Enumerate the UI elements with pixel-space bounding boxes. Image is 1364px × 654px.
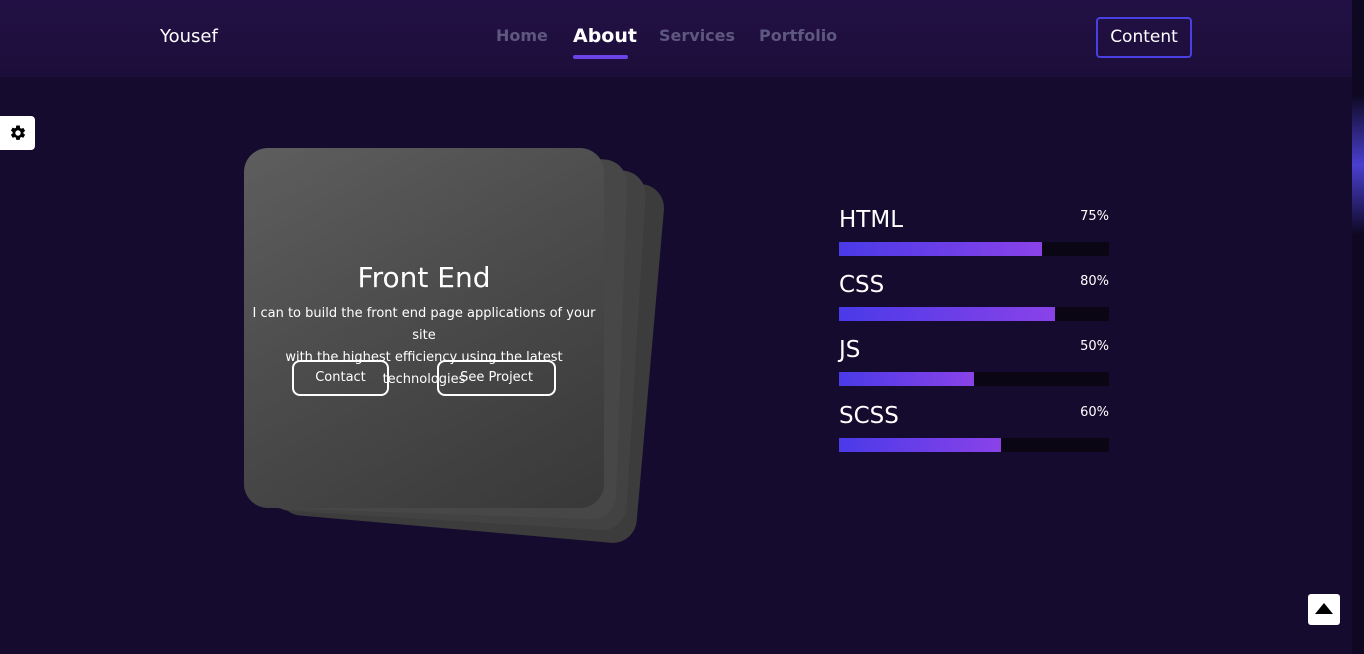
skill-js: JS 50% xyxy=(839,333,1109,389)
gear-icon xyxy=(10,125,26,140)
content-button[interactable]: Content xyxy=(1096,17,1192,58)
skill-fill xyxy=(839,372,974,386)
nav-item-about[interactable]: About xyxy=(573,25,637,47)
skill-percent: 50% xyxy=(1080,339,1109,354)
contact-button[interactable]: Contact xyxy=(292,360,389,396)
skill-fill xyxy=(839,307,1055,321)
settings-button[interactable] xyxy=(0,116,35,150)
nav-item-portfolio[interactable]: Portfolio xyxy=(759,26,837,46)
skill-track xyxy=(839,372,1109,386)
scroll-to-top-button[interactable] xyxy=(1308,594,1340,625)
service-card-front-end: Front End I can to build the front end p… xyxy=(244,148,604,508)
card-description-line-1: I can to build the front end page applic… xyxy=(252,306,596,343)
logo[interactable]: Yousef xyxy=(160,26,218,48)
scrollbar[interactable] xyxy=(1352,0,1364,654)
skill-fill xyxy=(839,438,1001,452)
skill-name: SCSS xyxy=(839,403,899,429)
skill-name: HTML xyxy=(839,207,904,233)
skill-css: CSS 80% xyxy=(839,268,1109,324)
nav-item-home[interactable]: Home xyxy=(496,26,548,46)
nav-active-underline xyxy=(573,55,628,59)
header: Yousef Home About Services Portfolio Con… xyxy=(0,0,1352,77)
see-project-button[interactable]: See Project xyxy=(437,360,556,396)
skill-html: HTML 75% xyxy=(839,203,1109,259)
card-title: Front End xyxy=(357,261,491,294)
skill-percent: 80% xyxy=(1080,274,1109,289)
skill-fill xyxy=(839,242,1042,256)
skill-percent: 75% xyxy=(1080,209,1109,224)
skill-track xyxy=(839,307,1109,321)
scrollbar-thumb[interactable] xyxy=(1352,95,1364,235)
caret-up-icon xyxy=(1315,603,1333,614)
page: Yousef Home About Services Portfolio Con… xyxy=(0,0,1364,654)
skill-track xyxy=(839,242,1109,256)
skill-track xyxy=(839,438,1109,452)
skill-percent: 60% xyxy=(1080,405,1109,420)
skill-name: CSS xyxy=(839,272,885,298)
nav-item-services[interactable]: Services xyxy=(659,26,735,46)
skill-name: JS xyxy=(839,337,861,363)
skill-scss: SCSS 60% xyxy=(839,399,1109,455)
